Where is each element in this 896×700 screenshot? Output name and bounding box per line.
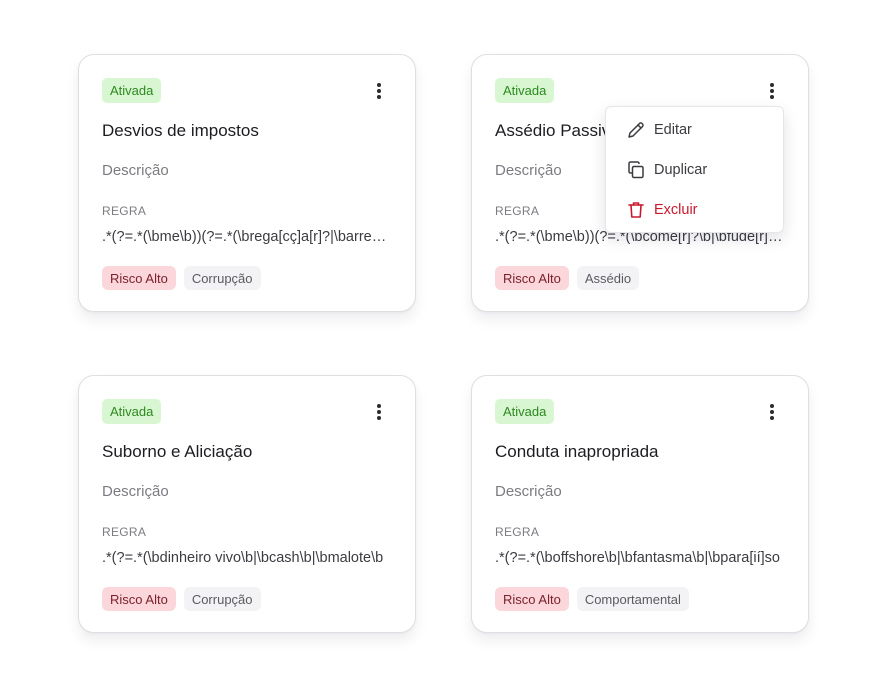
card-title: Suborno e Aliciação: [102, 442, 253, 461]
card-description: Descrição: [102, 162, 169, 179]
card-title: Desvios de impostos: [102, 121, 259, 140]
menu-item-label: Editar: [654, 122, 692, 138]
status-badge: Ativada: [495, 399, 555, 424]
menu-item-delete[interactable]: Excluir: [606, 190, 783, 230]
risk-tag: Risco Alto: [495, 266, 569, 290]
category-tag: Corrupção: [183, 587, 261, 611]
rule-label: REGRA: [102, 525, 147, 539]
status-badge: Ativada: [102, 399, 162, 424]
trash-icon: [626, 200, 646, 220]
rule-card[interactable]: Ativada Suborno e Aliciação Descrição RE…: [78, 375, 416, 633]
card-context-menu: Editar Duplicar Excluir: [605, 106, 784, 233]
kebab-vertical-icon: [377, 83, 381, 99]
tag-list: Risco Alto Corrupção: [102, 266, 261, 290]
rule-label: REGRA: [102, 204, 147, 218]
rule-value: .*(?=.*(\boffshore\b|\bfantasma\b|\bpara…: [495, 550, 780, 566]
kebab-vertical-icon: [377, 404, 381, 420]
risk-tag: Risco Alto: [495, 587, 569, 611]
tag-list: Risco Alto Assédio: [495, 266, 640, 290]
rule-label: REGRA: [495, 204, 540, 218]
menu-item-label: Excluir: [654, 202, 698, 218]
status-badge: Ativada: [495, 78, 555, 103]
tag-list: Risco Alto Comportamental: [495, 587, 689, 611]
more-options-button[interactable]: [762, 400, 782, 424]
rule-card[interactable]: Ativada Conduta inapropriada Descrição R…: [471, 375, 809, 633]
category-tag: Assédio: [576, 266, 640, 290]
tag-list: Risco Alto Corrupção: [102, 587, 261, 611]
rule-value: .*(?=.*(\bdinheiro vivo\b|\bcash\b|\bmal…: [102, 550, 384, 566]
menu-item-duplicate[interactable]: Duplicar: [606, 150, 783, 190]
category-tag: Corrupção: [183, 266, 261, 290]
pencil-icon: [626, 120, 646, 140]
risk-tag: Risco Alto: [102, 266, 176, 290]
status-badge: Ativada: [102, 78, 162, 103]
card-title: Conduta inapropriada: [495, 442, 659, 461]
more-options-button[interactable]: [369, 79, 389, 103]
menu-item-label: Duplicar: [654, 162, 708, 178]
kebab-vertical-icon: [770, 404, 774, 420]
more-options-button[interactable]: [762, 79, 782, 103]
card-description: Descrição: [102, 483, 169, 500]
card-description: Descrição: [495, 162, 562, 179]
risk-tag: Risco Alto: [102, 587, 176, 611]
rule-value: .*(?=.*(\bme\b))(?=.*(\brega[cç]a[r]?|\b…: [102, 229, 394, 245]
rule-label: REGRA: [495, 525, 540, 539]
more-options-button[interactable]: [369, 400, 389, 424]
card-title: Assédio Passivo: [495, 121, 620, 140]
kebab-vertical-icon: [770, 83, 774, 99]
rule-card[interactable]: Ativada Desvios de impostos Descrição RE…: [78, 54, 416, 312]
copy-icon: [626, 160, 646, 180]
menu-item-edit[interactable]: Editar: [606, 110, 783, 150]
category-tag: Comportamental: [576, 587, 689, 611]
card-description: Descrição: [495, 483, 562, 500]
